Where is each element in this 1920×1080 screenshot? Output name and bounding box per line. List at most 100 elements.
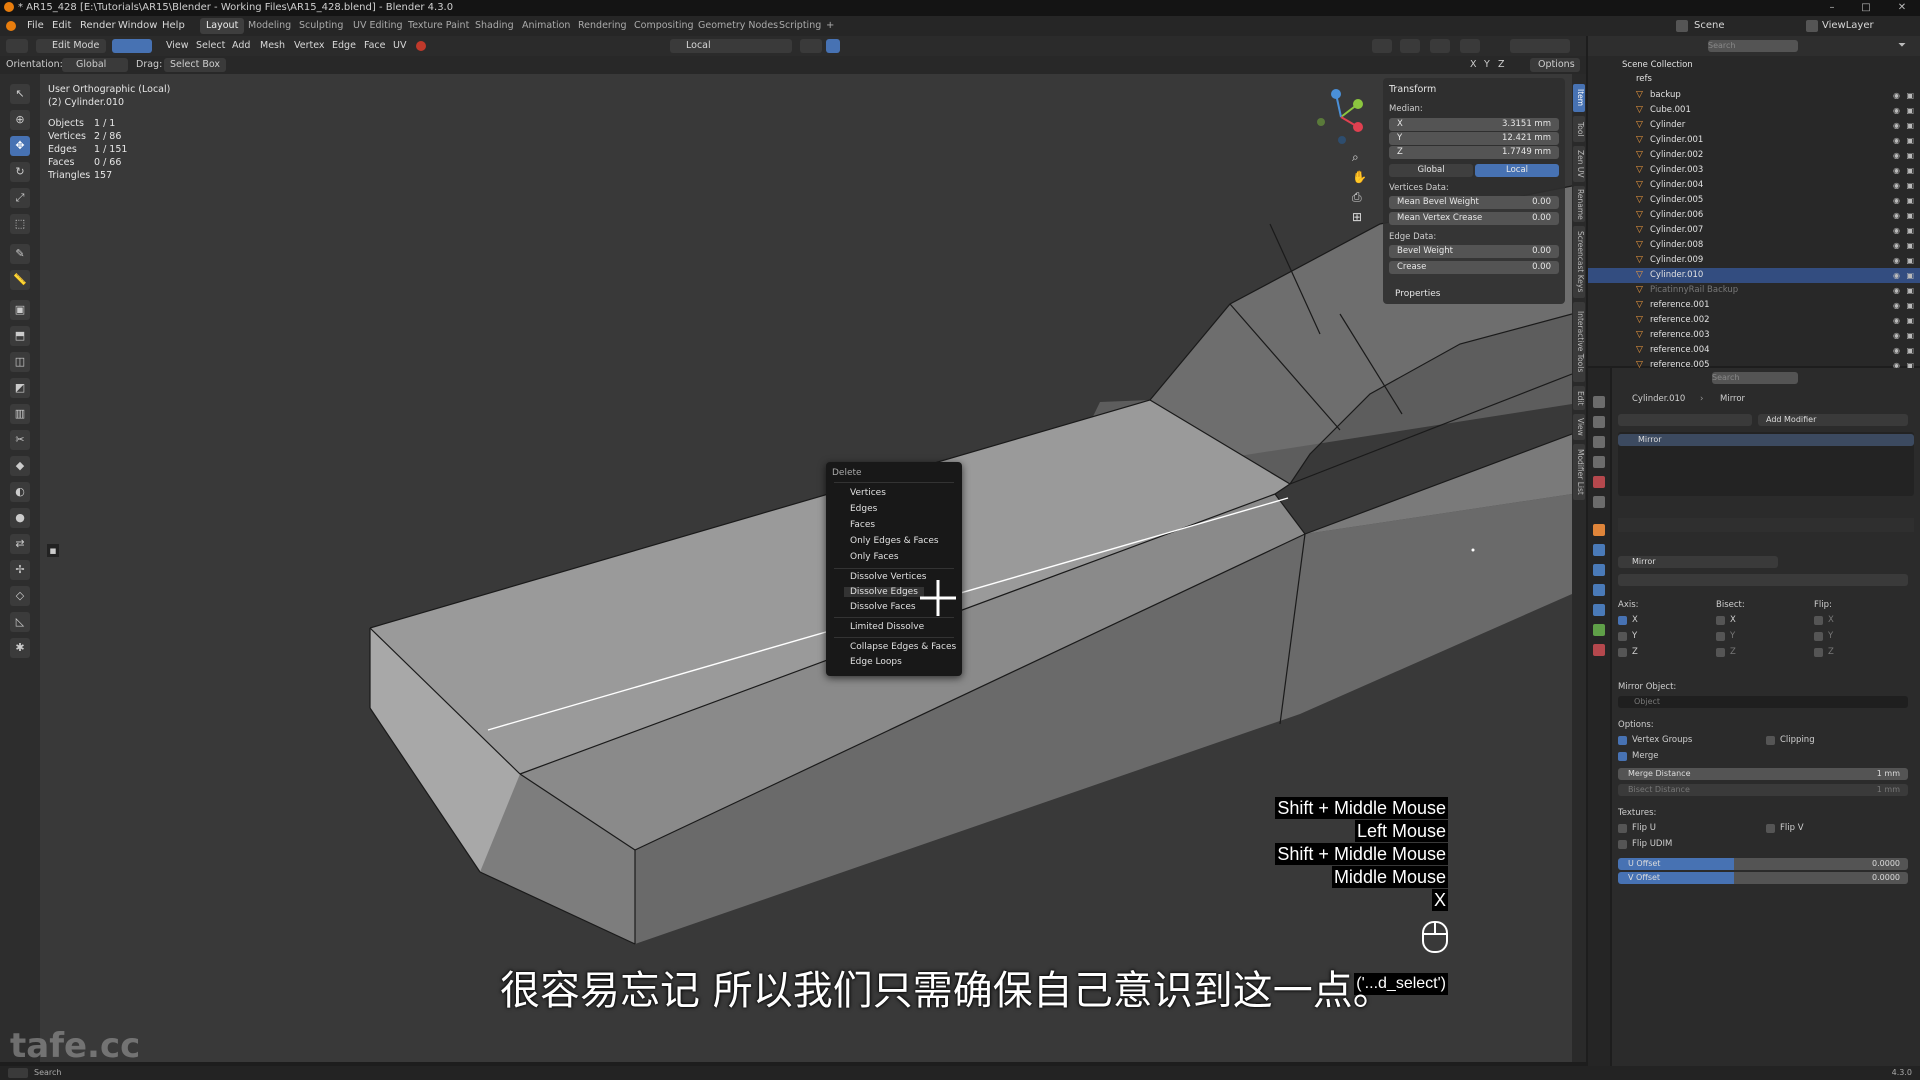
- menu-item-dissolve-vertices[interactable]: Dissolve Vertices: [850, 572, 926, 582]
- outliner-item[interactable]: ▽ reference.003 ◉ ▣: [1588, 328, 1920, 343]
- proportional-edit-toggle[interactable]: [826, 39, 840, 53]
- physics-props-icon[interactable]: [1593, 584, 1605, 596]
- modifier-search-field[interactable]: [1618, 414, 1752, 426]
- mean-bevel-weight-field[interactable]: Mean Bevel Weight 0.00: [1389, 196, 1559, 209]
- properties-search-input[interactable]: Search: [1712, 372, 1798, 384]
- render-camera-icon[interactable]: ▣: [1906, 313, 1914, 328]
- menu-view[interactable]: View: [166, 36, 189, 56]
- workspace-tab-scripting[interactable]: Scripting: [773, 18, 827, 34]
- editor-type-button[interactable]: [6, 39, 28, 53]
- maximize-button[interactable]: □: [1852, 0, 1880, 16]
- tool-props-icon[interactable]: [1593, 396, 1605, 408]
- menu-item-only-edges-faces[interactable]: Only Edges & Faces: [850, 536, 939, 546]
- visibility-eye-icon[interactable]: ◉: [1893, 328, 1900, 343]
- menu-item-dissolve-edges[interactable]: Dissolve Edges: [844, 587, 924, 597]
- render-camera-icon[interactable]: ▣: [1906, 328, 1914, 343]
- shading-mode-buttons[interactable]: [1510, 39, 1570, 53]
- render-camera-icon[interactable]: ▣: [1906, 283, 1914, 298]
- menu-add[interactable]: Add: [232, 36, 250, 56]
- mirror-object-field[interactable]: Object: [1618, 696, 1908, 708]
- measure-tool-icon[interactable]: 📏: [10, 270, 30, 290]
- 3d-viewport[interactable]: User Orthographic (Local) (2) Cylinder.0…: [40, 74, 1572, 1062]
- scale-tool-icon[interactable]: ⤢: [10, 188, 30, 208]
- bevel-tool-icon[interactable]: ◩: [10, 378, 30, 398]
- global-button[interactable]: Global: [1389, 164, 1473, 177]
- outliner-search-input[interactable]: Search: [1708, 40, 1798, 52]
- gizmo-toggle[interactable]: [1400, 39, 1420, 53]
- add-modifier-button[interactable]: Add Modifier: [1758, 414, 1908, 426]
- pan-hand-icon[interactable]: ✋: [1352, 170, 1367, 184]
- bisect-z-checkbox[interactable]: [1716, 648, 1725, 657]
- transform-tool-icon[interactable]: ⬚: [10, 214, 30, 234]
- outliner-scene-collection[interactable]: Scene Collection: [1588, 58, 1920, 73]
- outliner-item[interactable]: ▽ backup ◉ ▣: [1588, 88, 1920, 103]
- visibility-eye-icon[interactable]: ◉: [1893, 148, 1900, 163]
- bisect-distance-field[interactable]: Bisect Distance 1 mm: [1618, 784, 1908, 796]
- render-camera-icon[interactable]: ▣: [1906, 193, 1914, 208]
- workspace-tab-shading[interactable]: Shading: [469, 18, 520, 34]
- median-x-field[interactable]: X 3.3151 mm: [1389, 118, 1559, 131]
- menu-vertex[interactable]: Vertex: [294, 36, 325, 56]
- vertex-groups-checkbox[interactable]: [1618, 736, 1627, 745]
- axis-z-checkbox[interactable]: [1618, 648, 1627, 657]
- tab-view[interactable]: View: [1573, 414, 1585, 440]
- tab-tool[interactable]: Tool: [1573, 116, 1585, 142]
- workspace-tab-sculpting[interactable]: Sculpting: [293, 18, 349, 34]
- axis-x-toggle[interactable]: X: [1470, 56, 1477, 74]
- properties-header[interactable]: Properties: [1395, 289, 1440, 299]
- render-camera-icon[interactable]: ▣: [1906, 268, 1914, 283]
- view-layer-props-icon[interactable]: [1593, 456, 1605, 468]
- visibility-eye-icon[interactable]: ◉: [1893, 163, 1900, 178]
- v-offset-field[interactable]: V Offset 0.0000: [1618, 872, 1908, 884]
- visibility-eye-icon[interactable]: ◉: [1893, 268, 1900, 283]
- shrink-fatten-tool-icon[interactable]: ✢: [10, 560, 30, 580]
- tab-interactive-tools[interactable]: Interactive Tools: [1573, 302, 1585, 382]
- render-camera-icon[interactable]: ▣: [1906, 343, 1914, 358]
- visibility-toggle[interactable]: [1372, 39, 1392, 53]
- flip-udim-checkbox[interactable]: [1618, 840, 1627, 849]
- extrude-tool-icon[interactable]: ⬒: [10, 326, 30, 346]
- flip-y-checkbox[interactable]: [1814, 632, 1823, 641]
- menu-item-edge-loops[interactable]: Edge Loops: [850, 657, 902, 667]
- flip-u-checkbox[interactable]: [1618, 824, 1627, 833]
- merge-distance-field[interactable]: Merge Distance 1 mm: [1618, 768, 1908, 780]
- snap-toggle[interactable]: [800, 39, 822, 53]
- zoom-icon[interactable]: ⌕: [1352, 150, 1359, 165]
- outliner-item[interactable]: ▽ Cylinder.002 ◉ ▣: [1588, 148, 1920, 163]
- tab-modifier-list[interactable]: Modifier List: [1573, 444, 1585, 500]
- menu-item-only-faces[interactable]: Only Faces: [850, 552, 899, 562]
- outliner-item[interactable]: ▽ Cube.001 ◉ ▣: [1588, 103, 1920, 118]
- outliner-item[interactable]: ▽ reference.002 ◉ ▣: [1588, 313, 1920, 328]
- flip-x-checkbox[interactable]: [1814, 616, 1823, 625]
- render-camera-icon[interactable]: ▣: [1906, 178, 1914, 193]
- workspace-tab-rendering[interactable]: Rendering: [572, 18, 633, 34]
- visibility-eye-icon[interactable]: ◉: [1893, 298, 1900, 313]
- render-camera-icon[interactable]: ▣: [1906, 298, 1914, 313]
- merge-checkbox[interactable]: [1618, 752, 1627, 761]
- mean-vertex-crease-field[interactable]: Mean Vertex Crease 0.00: [1389, 212, 1559, 225]
- render-camera-icon[interactable]: ▣: [1906, 208, 1914, 223]
- tab-item[interactable]: Item: [1573, 84, 1585, 112]
- loop-cut-tool-icon[interactable]: ▥: [10, 404, 30, 424]
- visibility-eye-icon[interactable]: ◉: [1893, 313, 1900, 328]
- bevel-weight-field[interactable]: Bevel Weight 0.00: [1389, 245, 1559, 258]
- outliner-item[interactable]: ▽ reference.004 ◉ ▣: [1588, 343, 1920, 358]
- add-cube-tool-icon[interactable]: ▣: [10, 300, 30, 320]
- select-tool-icon[interactable]: ↖: [10, 84, 30, 104]
- menu-render[interactable]: Render: [80, 16, 116, 36]
- outliner-item[interactable]: ▽ Cylinder.009 ◉ ▣: [1588, 253, 1920, 268]
- u-offset-field[interactable]: U Offset 0.0000: [1618, 858, 1908, 870]
- render-camera-icon[interactable]: ▣: [1906, 253, 1914, 268]
- outliner-item[interactable]: ▽ Cylinder.010 ◉ ▣: [1588, 268, 1920, 283]
- minimize-button[interactable]: –: [1818, 0, 1846, 16]
- visibility-eye-icon[interactable]: ◉: [1893, 103, 1900, 118]
- visibility-eye-icon[interactable]: ◉: [1893, 178, 1900, 193]
- bisect-y-checkbox[interactable]: [1716, 632, 1725, 641]
- axis-z-toggle[interactable]: Z: [1498, 56, 1505, 74]
- blender-menu-icon[interactable]: [6, 21, 16, 31]
- render-props-icon[interactable]: [1593, 416, 1605, 428]
- render-camera-icon[interactable]: ▣: [1906, 88, 1914, 103]
- visibility-eye-icon[interactable]: ◉: [1893, 118, 1900, 133]
- outliner-item[interactable]: ▽ Cylinder.006 ◉ ▣: [1588, 208, 1920, 223]
- cursor-tool-icon[interactable]: ⊕: [10, 110, 30, 130]
